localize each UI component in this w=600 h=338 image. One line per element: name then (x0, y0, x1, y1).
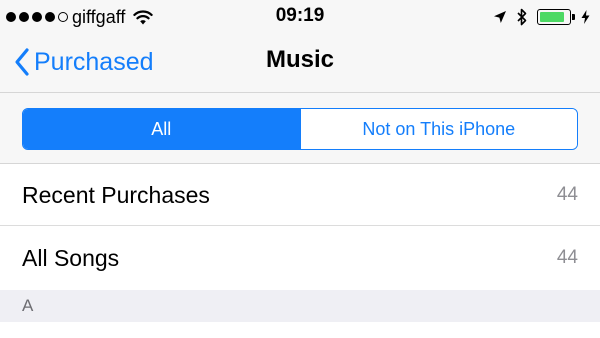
list-item-count: 44 (556, 184, 578, 205)
back-button-label: Purchased (34, 47, 154, 76)
battery-fill (540, 12, 564, 22)
location-arrow-icon (494, 11, 506, 23)
list-item-count: 44 (556, 247, 578, 268)
segmented-control-bar: All Not on This iPhone (0, 92, 600, 164)
section-header: A (0, 290, 600, 322)
list-item-label: All Songs (22, 244, 120, 271)
list-item-recent-purchases[interactable]: Recent Purchases 44 (0, 164, 600, 226)
navigation-bar: Purchased Music (0, 34, 600, 92)
back-button[interactable]: Purchased (14, 42, 154, 82)
section-header-label: A (22, 296, 34, 315)
bluetooth-icon (517, 8, 527, 26)
list-item-all-songs[interactable]: All Songs 44 (0, 227, 600, 289)
battery-icon (537, 9, 575, 25)
segmented-control: All Not on This iPhone (22, 108, 578, 150)
status-right (493, 6, 590, 28)
battery-cap (572, 14, 575, 20)
list-item-label: Recent Purchases (22, 181, 210, 208)
charging-bolt-icon (581, 10, 590, 24)
row-separator (0, 225, 600, 226)
chevron-left-icon (15, 48, 29, 76)
segment-all[interactable]: All (23, 109, 300, 149)
segment-not-on-this-iphone[interactable]: Not on This iPhone (299, 109, 577, 149)
status-bar: giffgaff 09:19 (0, 0, 600, 34)
